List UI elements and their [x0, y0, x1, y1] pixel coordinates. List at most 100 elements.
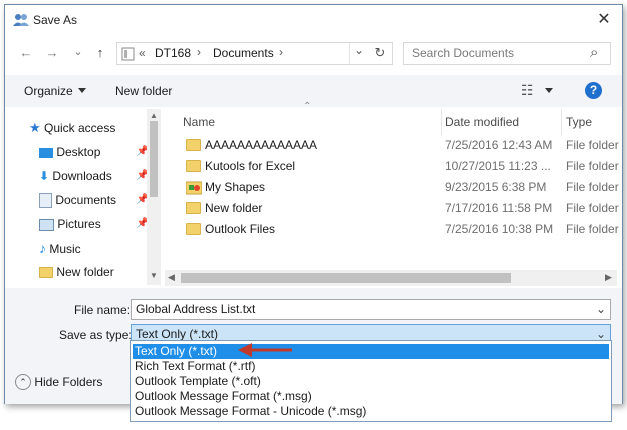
file-name-dropdown-icon[interactable]: ⌄ — [596, 300, 606, 319]
pictures-icon — [39, 218, 54, 231]
sidebar-scrollbar[interactable]: ▲ ▼ — [147, 109, 161, 285]
file-row[interactable]: New folder 7/17/2016 11:58 PM File folde… — [183, 198, 619, 219]
sidebar-item-music[interactable]: ♪ Music — [39, 237, 81, 259]
folder-icon — [39, 267, 53, 279]
breadcrumb-separator[interactable]: › — [197, 45, 201, 59]
search-box[interactable]: Search Documents ⌕ — [403, 42, 611, 65]
sidebar-item-quick-access[interactable]: ★ Quick access — [29, 117, 115, 139]
file-date: 9/23/2015 6:38 PM — [445, 180, 547, 194]
file-date: 7/25/2016 12:43 AM — [445, 138, 553, 152]
folder-icon — [186, 223, 201, 235]
hide-folders-label: Hide Folders — [34, 375, 103, 389]
file-row[interactable]: Outlook Files 7/25/2016 10:38 PM File fo… — [183, 219, 619, 240]
scroll-thumb[interactable] — [150, 121, 158, 197]
sidebar-item-label: Desktop — [56, 145, 101, 159]
sidebar-item-label: Downloads — [52, 169, 112, 183]
save-as-type-value: Text Only (*.txt) — [136, 327, 219, 341]
column-divider[interactable] — [441, 109, 442, 135]
type-option-msg-unicode[interactable]: Outlook Message Format - Unicode (*.msg) — [133, 404, 609, 419]
new-folder-button[interactable]: New folder — [115, 84, 172, 98]
folder-icon — [186, 160, 201, 172]
sidebar-item-label: Music — [49, 242, 81, 256]
save-as-type-label: Save as type: — [59, 328, 132, 342]
sidebar-item-desktop[interactable]: Desktop 📌 — [39, 141, 149, 163]
scroll-up-icon[interactable]: ▲ — [150, 111, 158, 120]
scroll-thumb[interactable] — [181, 273, 511, 283]
breadcrumb-overflow[interactable]: « — [139, 46, 146, 60]
breadcrumb-dt168[interactable]: DT168 — [155, 46, 191, 60]
sidebar-item-downloads[interactable]: ⬇ Downloads 📌 — [39, 165, 149, 187]
type-option-rtf[interactable]: Rich Text Format (*.rtf) — [133, 359, 609, 374]
type-option-txt[interactable]: Text Only (*.txt) — [133, 344, 609, 359]
type-option-oft[interactable]: Outlook Template (*.oft) — [133, 374, 609, 389]
shapes-folder-icon — [185, 179, 203, 195]
chevron-up-icon: ⌃ — [15, 374, 31, 390]
sidebar-item-label: Quick access — [44, 121, 116, 135]
users-icon — [13, 12, 29, 28]
file-name: AAAAAAAAAAAAAA — [205, 138, 318, 152]
sidebar-item-label: Documents — [55, 193, 117, 207]
sidebar-item-label: New folder — [56, 265, 114, 279]
search-input[interactable]: Search Documents — [412, 46, 514, 60]
breadcrumb-separator-end[interactable]: › — [279, 45, 283, 59]
scroll-down-icon[interactable]: ▼ — [150, 271, 158, 280]
annotation-arrow-icon — [238, 343, 292, 357]
navigation-pane[interactable]: ★ Quick access Desktop 📌 ⬇ Downloads 📌 D… — [15, 109, 160, 285]
folder-icon — [186, 139, 201, 151]
file-date: 7/17/2016 11:58 PM — [445, 201, 553, 215]
file-name-input[interactable]: Global Address List.txt ⌄ — [131, 299, 611, 320]
file-list-horizontal-scrollbar[interactable]: ◀ ▶ — [165, 270, 617, 286]
sidebar-item-pictures[interactable]: Pictures 📌 — [39, 213, 149, 235]
sidebar-item-label: Pictures — [57, 217, 101, 231]
file-row[interactable]: Kutools for Excel 10/27/2015 11:23 ... F… — [183, 156, 619, 177]
hide-folders-button[interactable]: ⌃ Hide Folders — [15, 374, 102, 392]
close-icon[interactable]: ✕ — [593, 9, 615, 31]
help-icon[interactable]: ? — [585, 82, 602, 99]
sidebar-item-documents[interactable]: Documents 📌 — [39, 189, 149, 211]
file-name: Kutools for Excel — [205, 159, 296, 173]
window-title: Save As — [33, 13, 78, 27]
address-bar[interactable]: « DT168 › Documents › ⌄ ↻ — [116, 42, 393, 65]
column-header-date[interactable]: Date modified — [445, 109, 519, 135]
type-option-msg[interactable]: Outlook Message Format (*.msg) — [133, 389, 609, 404]
file-name: My Shapes — [205, 180, 266, 194]
file-type: File folder — [566, 180, 619, 194]
forward-arrow-icon[interactable]: → — [43, 44, 61, 62]
file-type: File folder — [566, 138, 619, 152]
column-header-type[interactable]: Type — [566, 109, 592, 135]
search-icon[interactable]: ⌕ — [590, 44, 598, 61]
column-divider[interactable] — [561, 109, 562, 135]
view-options-icon[interactable]: ☷ — [521, 82, 534, 99]
column-header-name[interactable]: Name — [183, 109, 215, 135]
music-icon: ♪ — [39, 240, 46, 256]
pc-icon — [121, 47, 135, 61]
address-dropdown-icon[interactable]: ⌄ — [349, 43, 368, 64]
sort-ascending-icon: ⌃ — [303, 101, 312, 112]
file-type: File folder — [566, 159, 619, 173]
desktop-icon — [39, 147, 53, 158]
view-chevron-icon[interactable] — [545, 88, 553, 93]
refresh-icon[interactable]: ↻ — [371, 45, 389, 61]
folder-icon — [186, 202, 201, 214]
file-name: Outlook Files — [205, 222, 276, 236]
sidebar-item-new-folder[interactable]: New folder — [39, 261, 114, 283]
recent-locations-chevron-icon[interactable]: ⌄ — [69, 43, 87, 61]
file-row[interactable]: AAAAAAAAAAAAAA 7/25/2016 12:43 AM File f… — [183, 135, 619, 156]
title-bar: Save As ✕ — [5, 5, 622, 35]
file-row[interactable]: My Shapes 9/23/2015 6:38 PM File folder — [183, 177, 619, 198]
scroll-right-icon[interactable]: ▶ — [605, 272, 612, 283]
back-arrow-icon[interactable]: ← — [17, 44, 35, 62]
file-type: File folder — [566, 222, 619, 236]
scroll-left-icon[interactable]: ◀ — [168, 272, 175, 283]
organize-chevron-icon[interactable] — [78, 88, 86, 93]
command-bar: Organize New folder ☷ ? — [5, 75, 622, 107]
file-name-value: Global Address List.txt — [136, 302, 256, 316]
file-date: 7/25/2016 10:38 PM — [445, 222, 554, 236]
file-name-label: File name: — [74, 303, 131, 317]
breadcrumb-documents[interactable]: Documents — [213, 46, 274, 60]
file-name: New folder — [205, 201, 263, 215]
documents-icon — [39, 193, 52, 209]
save-as-type-dropdown-list[interactable]: Text Only (*.txt) Rich Text Format (*.rt… — [130, 340, 612, 422]
organize-button[interactable]: Organize — [24, 84, 73, 98]
up-arrow-icon[interactable]: ↑ — [91, 44, 109, 62]
